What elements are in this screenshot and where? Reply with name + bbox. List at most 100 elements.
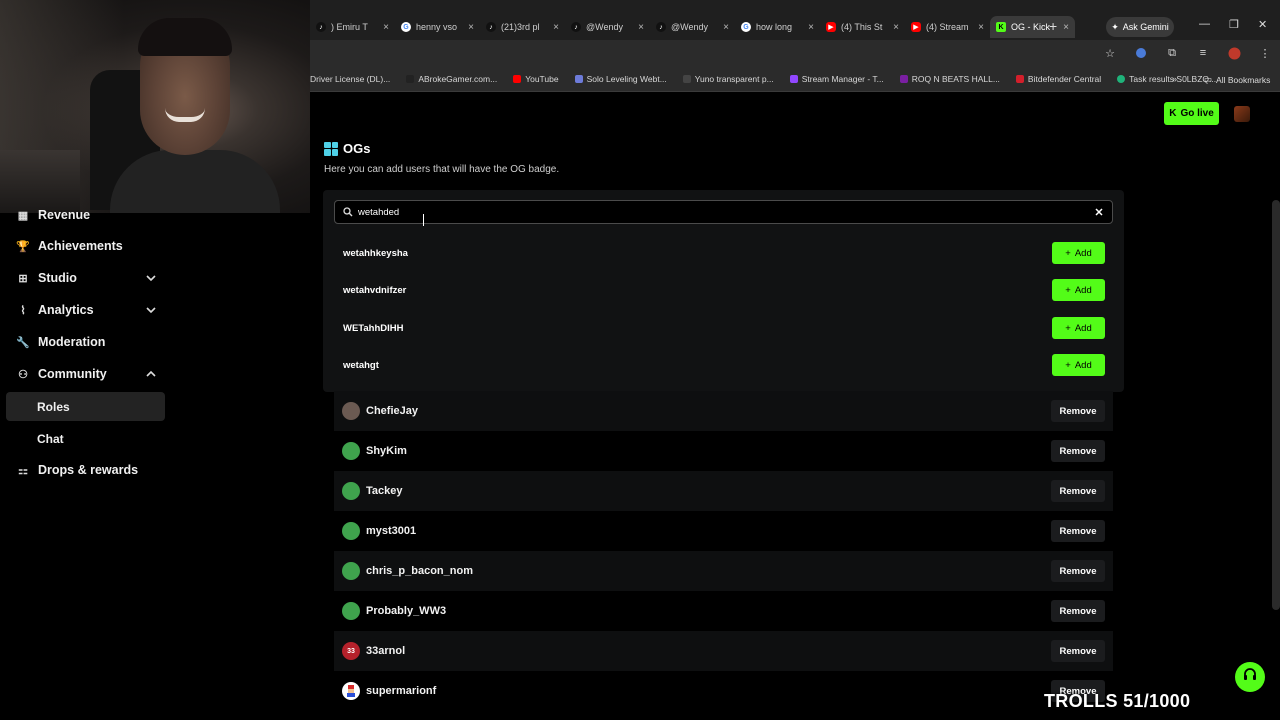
kebab-menu-icon[interactable]: ⋮ [1258, 46, 1272, 60]
new-tab-button[interactable]: + [1049, 18, 1057, 34]
close-tab-icon[interactable]: × [808, 22, 814, 33]
tab-stream[interactable]: ▶ (4) Stream × [905, 16, 990, 38]
sidebar-item-label: Analytics [38, 303, 94, 317]
sidebar-item-label: Moderation [38, 335, 106, 349]
tab-how-long[interactable]: Ghow long × [735, 16, 820, 38]
trophy-icon: 🏆 [16, 240, 30, 253]
restore-icon[interactable]: ❐ [1229, 18, 1239, 31]
users-icon: ⚇ [18, 368, 28, 381]
ask-gemini-button[interactable]: ✦ Ask Gemini [1106, 17, 1174, 37]
bookmark-item[interactable]: Stream Manager - T... [789, 74, 884, 84]
close-tab-icon[interactable]: × [723, 22, 729, 33]
close-tab-icon[interactable]: × [1063, 22, 1069, 33]
search-input[interactable] [358, 206, 1094, 218]
sidebar-item-studio[interactable]: ⊞ Studio [16, 264, 156, 292]
support-chat-button[interactable] [1235, 662, 1265, 692]
go-live-button[interactable]: K Go live [1164, 102, 1219, 125]
bitdefender-icon [1015, 75, 1024, 83]
tab-wendy-2[interactable]: ♪ @Wendy × [650, 16, 735, 38]
sidebar-subitem-label: Roles [37, 399, 70, 414]
sidebar-item-community[interactable]: ⚇ Community [16, 360, 156, 388]
bookmarks-overflow-icon[interactable]: » [1172, 74, 1177, 84]
add-og-button[interactable]: + Add [1052, 279, 1105, 301]
remove-button[interactable]: Remove [1051, 440, 1105, 462]
tiktok-icon: ♪ [486, 22, 496, 32]
all-bookmarks-label: All Bookmarks [1216, 74, 1271, 85]
sidebar-item-achievements[interactable]: 🏆 Achievements [16, 232, 156, 260]
og-username: supermarionf [366, 685, 437, 697]
stream-overlay-counter: TROLLS 51/1000 [1044, 691, 1191, 711]
tab-this-st[interactable]: ▶ (4) This St × [820, 16, 905, 38]
tab-wendy-1[interactable]: ♪ @Wendy × [565, 16, 650, 38]
kick-icon: K [996, 22, 1006, 32]
remove-button[interactable]: Remove [1051, 480, 1105, 502]
add-og-button[interactable]: + Add [1052, 317, 1105, 339]
sidebar-item-moderation[interactable]: 🔧 Moderation [16, 328, 156, 356]
bookmark-item[interactable]: Yuno transparent p... [682, 74, 774, 84]
youtube-icon: ▶ [826, 22, 836, 32]
star-icon[interactable]: ☆ [1103, 46, 1117, 60]
plus-icon: + [1065, 359, 1071, 371]
remove-button[interactable]: Remove [1051, 400, 1105, 422]
clear-search-icon[interactable] [1094, 207, 1104, 217]
sidebar-item-drops[interactable]: ⚏ Drops & rewards [16, 456, 156, 484]
revenue-icon: ▦ [17, 209, 29, 222]
remove-button[interactable]: Remove [1051, 600, 1105, 622]
og-user-row: supermarionf Remove [334, 671, 1113, 711]
bookmark-item[interactable]: Solo Leveling Webt... [574, 74, 667, 84]
og-user-row: Probably_WW3 Remove [334, 591, 1113, 631]
search-field[interactable] [334, 200, 1113, 224]
extension-circle-icon[interactable] [1134, 46, 1148, 60]
close-tab-icon[interactable]: × [638, 22, 644, 33]
tab-og-kick[interactable]: K OG - Kick × [990, 16, 1075, 38]
close-window-icon[interactable]: ✕ [1258, 18, 1267, 31]
all-bookmarks-button[interactable]: ▭ All Bookmarks [1204, 74, 1270, 85]
bookmark-favicon [574, 75, 583, 83]
bookmark-item[interactable]: ABrokeGamer.com... [406, 74, 497, 84]
close-tab-icon[interactable]: × [553, 22, 559, 33]
chevron-up-icon [146, 369, 156, 379]
plus-icon: + [1065, 284, 1071, 296]
chevron-down-icon [146, 273, 156, 283]
tab-emiru[interactable]: ♪) Emiru T × [310, 16, 395, 38]
bookmark-item[interactable]: ROQ N BEATS HALL... [899, 74, 1000, 84]
puzzle-icon[interactable]: ⧉ [1165, 46, 1179, 60]
bookmark-item[interactable]: Driver License (DL)... [310, 74, 390, 84]
close-tab-icon[interactable]: × [468, 22, 474, 33]
sidebar-item-analytics[interactable]: ⌇ Analytics [16, 296, 156, 324]
search-result-row: wetahvdnifzer + Add [343, 279, 1105, 301]
remove-button[interactable]: Remove [1051, 560, 1105, 582]
tab-label: henny vso [416, 22, 458, 32]
tiktok-icon: ♪ [316, 22, 326, 32]
bookmark-favicon [682, 75, 691, 83]
close-tab-icon[interactable]: × [978, 22, 984, 33]
user-avatar[interactable] [1234, 106, 1250, 122]
bookmark-label: YouTube [525, 74, 559, 84]
search-result-row: wetahhkeysha + Add [343, 242, 1105, 264]
youtube-icon [513, 75, 522, 83]
avatar: 33 [342, 642, 360, 660]
close-tab-icon[interactable]: × [383, 22, 389, 33]
bookmark-item[interactable]: Bitdefender Central [1015, 74, 1101, 84]
avatar [342, 682, 360, 700]
result-username: wetahgt [343, 359, 379, 371]
media-icon[interactable]: ≡ [1196, 46, 1210, 60]
add-og-button[interactable]: + Add [1052, 354, 1105, 376]
close-tab-icon[interactable]: × [893, 22, 899, 33]
minimize-icon[interactable]: — [1199, 18, 1210, 30]
remove-button[interactable]: Remove [1051, 640, 1105, 662]
og-user-row: chris_p_bacon_nom Remove [334, 551, 1113, 591]
tab-henny[interactable]: Ghenny vso × [395, 16, 480, 38]
page-scrollbar[interactable] [1272, 200, 1280, 610]
sidebar-subitem-roles[interactable]: Roles [6, 392, 165, 421]
tab-3rd[interactable]: ♪ (21)3rd pl × [480, 16, 565, 38]
remove-button[interactable]: Remove [1051, 520, 1105, 542]
add-og-button[interactable]: + Add [1052, 242, 1105, 264]
sidebar-item-revenue[interactable]: ▦ Revenue [16, 201, 156, 229]
twitch-icon [789, 75, 798, 83]
sidebar-subitem-chat[interactable]: Chat [6, 424, 165, 453]
bookmark-item[interactable]: YouTube [513, 74, 559, 84]
profile-avatar[interactable] [1227, 46, 1241, 60]
add-label: Add [1074, 247, 1092, 259]
bookmark-item[interactable]: Task results S0LBZQ... [1117, 74, 1216, 84]
